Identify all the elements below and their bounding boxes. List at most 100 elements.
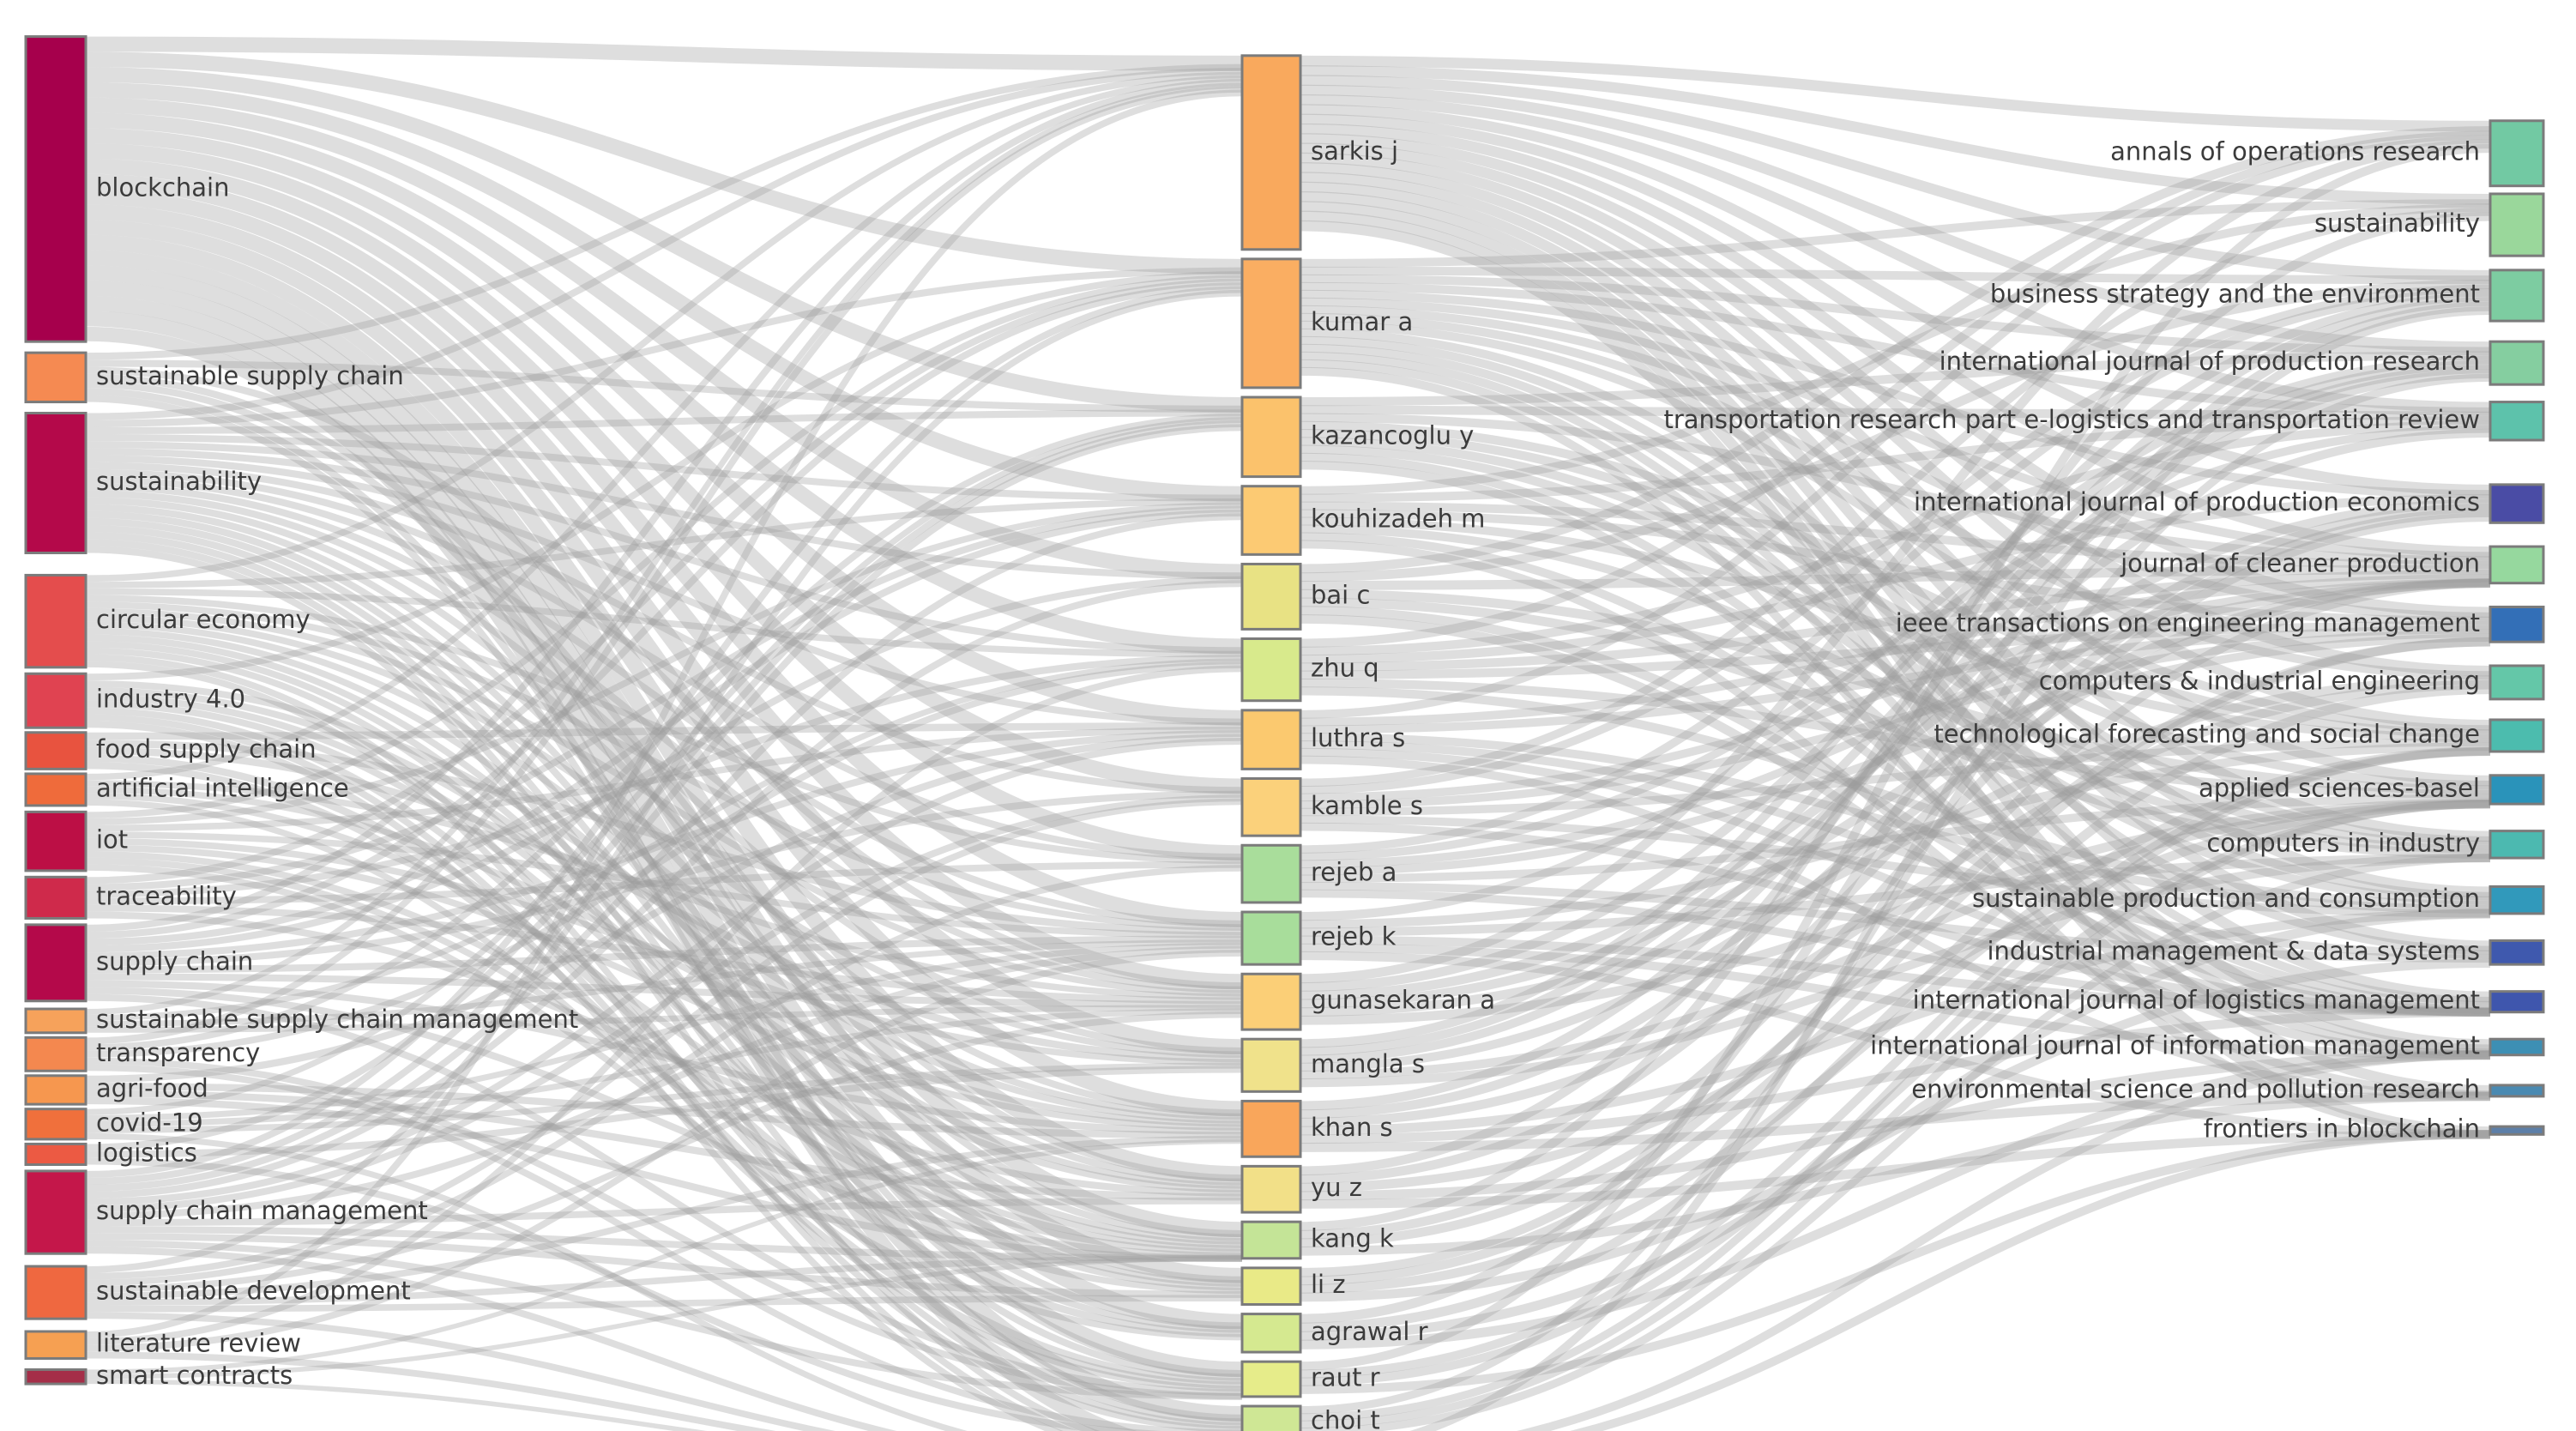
- author-label: kouhizadeh m: [1311, 504, 1485, 534]
- author-label: khan s: [1311, 1113, 1393, 1142]
- source-node[interactable]: [2489, 401, 2545, 442]
- source-label: computers in industry: [2206, 828, 2480, 857]
- author-node[interactable]: [1240, 1099, 1302, 1158]
- keyword-node[interactable]: [24, 772, 87, 807]
- keyword-label: sustainability: [96, 467, 262, 496]
- keyword-node[interactable]: [24, 1142, 87, 1167]
- author-label: rejeb k: [1311, 922, 1397, 951]
- author-node[interactable]: [1240, 1404, 1302, 1431]
- author-label: choi t: [1311, 1406, 1380, 1431]
- source-node[interactable]: [2489, 605, 2545, 643]
- author-label: luthra s: [1311, 723, 1405, 752]
- keyword-label: covid-19: [96, 1108, 203, 1137]
- keyword-label: food supply chain: [96, 734, 317, 764]
- author-node[interactable]: [1240, 972, 1302, 1031]
- source-node[interactable]: [2489, 885, 2545, 915]
- author-label: kazancoglu y: [1311, 420, 1474, 450]
- sankey-canvas: blockchain sustainable supply chain sustai…: [24, 35, 2545, 1431]
- source-node[interactable]: [2489, 1037, 2545, 1057]
- source-label: transportation research part e-logistics…: [1663, 405, 2480, 434]
- author-node[interactable]: [1240, 776, 1302, 837]
- source-label: business strategy and the environment: [1990, 279, 2480, 308]
- keyword-label: blockchain: [96, 172, 229, 202]
- author-label: raut r: [1311, 1363, 1380, 1392]
- author-node[interactable]: [1240, 1037, 1302, 1093]
- keyword-label: traceability: [96, 881, 237, 910]
- source-label: environmental science and pollution rese…: [1911, 1074, 2480, 1103]
- keyword-node[interactable]: [24, 1074, 87, 1106]
- source-node[interactable]: [2489, 1125, 2545, 1136]
- source-label: international journal of production econ…: [1914, 487, 2480, 516]
- author-node[interactable]: [1240, 910, 1302, 966]
- source-label: international journal of information man…: [1870, 1030, 2480, 1060]
- source-node[interactable]: [2489, 545, 2545, 585]
- keyword-label: circular economy: [96, 605, 311, 634]
- source-node[interactable]: [2489, 830, 2545, 860]
- author-node[interactable]: [1240, 257, 1302, 389]
- author-label: kamble s: [1311, 791, 1423, 820]
- keyword-label: smart contracts: [96, 1361, 293, 1390]
- author-node[interactable]: [1240, 54, 1302, 251]
- keyword-label: agri-food: [96, 1073, 208, 1102]
- author-node[interactable]: [1240, 1313, 1302, 1354]
- keyword-node[interactable]: [24, 810, 87, 872]
- source-node[interactable]: [2489, 119, 2545, 188]
- keyword-node[interactable]: [24, 875, 87, 920]
- author-node[interactable]: [1240, 1266, 1302, 1306]
- source-node[interactable]: [2489, 483, 2545, 524]
- source-label: sustainability: [2314, 208, 2480, 238]
- source-label: applied sciences-basel: [2199, 773, 2480, 802]
- keyword-node[interactable]: [24, 1108, 87, 1141]
- source-node[interactable]: [2489, 990, 2545, 1014]
- keyword-label: sustainable supply chain management: [96, 1005, 578, 1034]
- keyword-node[interactable]: [24, 672, 87, 729]
- source-node[interactable]: [2489, 718, 2545, 753]
- keyword-label: supply chain management: [96, 1196, 428, 1225]
- keyword-node[interactable]: [24, 1169, 87, 1255]
- author-node[interactable]: [1240, 485, 1302, 556]
- author-label: gunasekaran a: [1311, 986, 1495, 1015]
- source-label: annals of operations research: [2110, 137, 2480, 166]
- author-node[interactable]: [1240, 709, 1302, 770]
- author-node[interactable]: [1240, 562, 1302, 631]
- author-label: rejeb a: [1311, 858, 1397, 887]
- source-label: international journal of logistics manag…: [1913, 986, 2480, 1015]
- keyword-node[interactable]: [24, 731, 87, 770]
- source-label: journal of cleaner production: [2120, 548, 2480, 577]
- source-node[interactable]: [2489, 774, 2545, 806]
- keyword-label: logistics: [96, 1138, 197, 1167]
- author-label: bai c: [1311, 580, 1370, 609]
- author-label: mangla s: [1311, 1049, 1425, 1078]
- source-label: computers & industrial engineering: [2039, 666, 2480, 695]
- keyword-node[interactable]: [24, 351, 87, 404]
- keyword-node[interactable]: [24, 35, 87, 343]
- keyword-node[interactable]: [24, 1368, 87, 1386]
- source-node[interactable]: [2489, 192, 2545, 257]
- keyword-node[interactable]: [24, 1036, 87, 1072]
- source-node[interactable]: [2489, 269, 2545, 323]
- keyword-label: iot: [96, 825, 128, 854]
- keyword-label: supply chain: [96, 946, 253, 975]
- source-node[interactable]: [2489, 340, 2545, 386]
- source-node[interactable]: [2489, 664, 2545, 701]
- source-node[interactable]: [2489, 1084, 2545, 1098]
- keyword-label: sustainable development: [96, 1277, 411, 1306]
- author-label: li z: [1311, 1270, 1346, 1299]
- author-node[interactable]: [1240, 843, 1302, 904]
- author-label: agrawal r: [1311, 1317, 1428, 1346]
- author-node[interactable]: [1240, 395, 1302, 479]
- author-node[interactable]: [1240, 1164, 1302, 1214]
- author-node[interactable]: [1240, 1220, 1302, 1260]
- keyword-node[interactable]: [24, 412, 87, 554]
- keyword-node[interactable]: [24, 573, 87, 669]
- source-label: frontiers in blockchain: [2204, 1114, 2480, 1144]
- sankey-diagram: blockchain sustainable supply chain sustai…: [0, 0, 2576, 1431]
- keyword-node[interactable]: [24, 1330, 87, 1360]
- author-label: kumar a: [1311, 307, 1413, 336]
- source-node[interactable]: [2489, 939, 2545, 966]
- keyword-node[interactable]: [24, 1265, 87, 1320]
- author-node[interactable]: [1240, 1360, 1302, 1398]
- keyword-node[interactable]: [24, 923, 87, 1003]
- author-node[interactable]: [1240, 637, 1302, 703]
- keyword-node[interactable]: [24, 1007, 87, 1035]
